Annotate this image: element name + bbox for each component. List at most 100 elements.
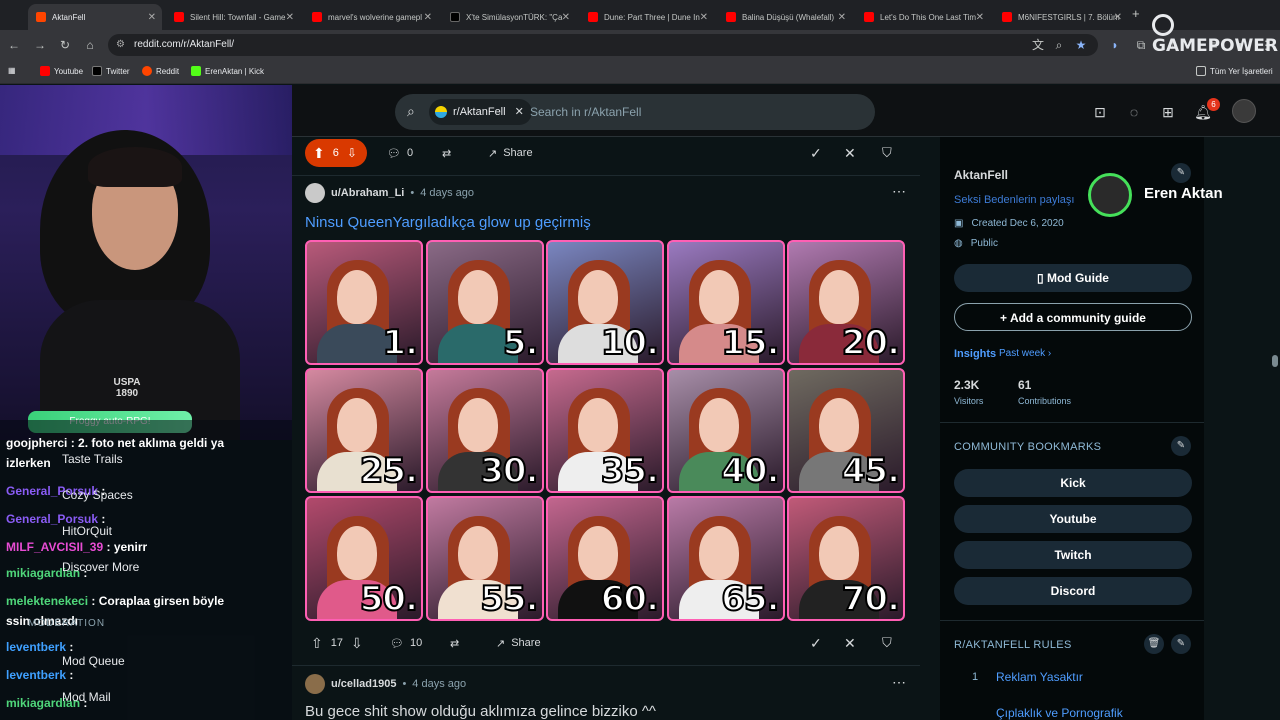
address-bar[interactable]: ⚙ reddit.com/r/AktanFell/ bbox=[108, 34, 1098, 56]
reload-icon[interactable]: ↻ bbox=[57, 37, 73, 53]
community-menu-item[interactable]: Mod Mail bbox=[62, 690, 111, 704]
star-icon[interactable]: ★ bbox=[1073, 37, 1089, 53]
mod-shield-icon[interactable]: ⛉ bbox=[882, 629, 892, 657]
add-community-guide-button[interactable]: + Add a community guide bbox=[954, 303, 1192, 331]
avatar[interactable] bbox=[305, 183, 325, 203]
bookmark-reddit[interactable]: Reddit bbox=[142, 66, 179, 76]
edit-icon[interactable]: ✎ bbox=[1171, 436, 1191, 456]
tab-x-post[interactable]: X'te SimülasyonTÜRK: "Ça ✕ bbox=[442, 4, 576, 30]
photo-face bbox=[698, 270, 739, 324]
rule-text[interactable]: Çıplaklık ve Pornografik bbox=[996, 706, 1123, 720]
puzzle-icon[interactable]: ⧉ bbox=[1133, 37, 1149, 53]
past-week-dropdown[interactable]: Past week › bbox=[999, 348, 1051, 359]
close-icon[interactable]: ✕ bbox=[148, 12, 156, 23]
close-icon[interactable]: ✕ bbox=[838, 12, 846, 23]
all-bookmarks[interactable]: Tüm Yer İşaretleri bbox=[1196, 66, 1273, 76]
crosspost-icon[interactable]: ⇄ bbox=[450, 629, 459, 657]
comments-button[interactable]: 💬︎ 0 bbox=[387, 139, 413, 167]
crosspost-icon[interactable]: ⇄ bbox=[442, 139, 451, 167]
post-author[interactable]: u/cellad1905 bbox=[331, 678, 396, 690]
close-icon[interactable]: ✕ bbox=[515, 106, 524, 118]
tab-wolverine[interactable]: marvel's wolverine gamepl ✕ bbox=[304, 4, 438, 30]
tab-aktanfell[interactable]: AktanFell ✕ bbox=[28, 4, 162, 30]
community-menu-item[interactable]: Mod Queue bbox=[62, 654, 125, 668]
avatar[interactable] bbox=[305, 674, 325, 694]
create-post-icon[interactable]: ⊞ bbox=[1159, 103, 1177, 121]
delete-icon[interactable]: 🗑︎ bbox=[1144, 634, 1164, 654]
upvote-icon[interactable]: ⇧ bbox=[311, 635, 323, 652]
extension-icon[interactable]: ◗ bbox=[1107, 37, 1123, 53]
user-avatar[interactable] bbox=[1232, 99, 1256, 123]
visibility-label: Public bbox=[970, 238, 998, 249]
remove-icon[interactable]: ✕ bbox=[844, 629, 856, 657]
tab-whalefall[interactable]: Balina Düşüşü (Whalefall) ✕ bbox=[718, 4, 852, 30]
scrollbar-thumb[interactable] bbox=[1272, 355, 1278, 367]
grid-label: 30. bbox=[479, 450, 539, 491]
post-image-grid[interactable]: 1. 5. 10. 15. 20. 25. 30. 35. 40. 45. 50. 55. 60. 65.… bbox=[305, 240, 906, 621]
close-icon[interactable]: ✕ bbox=[424, 12, 432, 23]
bookmark-kick-button[interactable]: Kick bbox=[954, 469, 1192, 497]
community-menu-item[interactable]: Discover More bbox=[62, 560, 139, 574]
back-icon[interactable]: ← bbox=[6, 37, 22, 53]
share-button[interactable]: ↗ Share bbox=[488, 139, 533, 167]
translate-icon[interactable]: 文 bbox=[1030, 37, 1046, 53]
comments-button[interactable]: 💬︎ 10 bbox=[390, 629, 422, 657]
post-author[interactable]: u/Abraham_Li bbox=[331, 187, 404, 199]
home-icon[interactable]: ⌂ bbox=[82, 37, 98, 53]
chat-user: leventberk bbox=[6, 640, 67, 654]
bookmark-discord-button[interactable]: Discord bbox=[954, 577, 1192, 605]
approve-icon[interactable]: ✓ bbox=[810, 139, 822, 167]
chat-icon[interactable]: ◌ bbox=[1125, 103, 1143, 121]
close-icon[interactable]: ✕ bbox=[976, 12, 984, 23]
remove-icon[interactable]: ✕ bbox=[844, 139, 856, 167]
close-icon[interactable]: ✕ bbox=[286, 12, 294, 23]
grid-photo: 10. bbox=[546, 240, 664, 365]
chat-message: leventberk : bbox=[6, 668, 73, 682]
tab-last-time[interactable]: Let's Do This One Last Tim ✕ bbox=[856, 4, 990, 30]
community-menu-item[interactable]: Taste Trails bbox=[62, 452, 123, 466]
bookmark-twitter[interactable]: Twitter bbox=[92, 66, 130, 76]
approve-icon[interactable]: ✓ bbox=[810, 629, 822, 657]
bookmark-kick[interactable]: ErenAktan | Kick bbox=[191, 66, 264, 76]
community-menu-item[interactable]: HitOrQuit bbox=[62, 524, 112, 538]
upvote-icon[interactable]: ⬆ bbox=[313, 145, 325, 162]
tab-dune[interactable]: Dune: Part Three | Dune In ✕ bbox=[580, 4, 714, 30]
edit-icon[interactable]: ✎ bbox=[1171, 634, 1191, 654]
subreddit-chip[interactable]: r/AktanFell ✕ bbox=[429, 99, 532, 125]
grid-photo: 1. bbox=[305, 240, 423, 365]
bookmark-youtube[interactable]: Youtube bbox=[40, 66, 83, 76]
search-bar[interactable]: ⌕ r/AktanFell ✕ Search in r/AktanFell bbox=[395, 94, 875, 130]
bookmark-twitch-button[interactable]: Twitch bbox=[954, 541, 1192, 569]
mod-shield-icon[interactable]: ⛉ bbox=[882, 139, 892, 167]
bookmark-youtube-button[interactable]: Youtube bbox=[954, 505, 1192, 533]
more-options-icon[interactable]: ⋯ bbox=[892, 674, 906, 691]
grid-label: 1. bbox=[381, 322, 419, 363]
forward-icon[interactable]: → bbox=[32, 37, 48, 53]
post-title[interactable]: Bu gece shit show olduğu aklımıza gelinc… bbox=[305, 703, 656, 720]
post-time: 4 days ago bbox=[412, 678, 467, 690]
share-button[interactable]: ↗ Share bbox=[496, 629, 541, 657]
advertise-icon[interactable]: ⊡ bbox=[1091, 103, 1109, 121]
downvote-icon[interactable]: ⇩ bbox=[351, 635, 363, 652]
divider bbox=[940, 422, 1204, 423]
close-icon[interactable]: ✕ bbox=[700, 12, 708, 23]
grid-photo: 50. bbox=[305, 496, 423, 621]
tab-manifestgirls[interactable]: M6NIFESTGIRLS | 7. Bölüm ✕ bbox=[994, 4, 1128, 30]
community-menu-item[interactable]: Cozy Spaces bbox=[62, 488, 133, 502]
downvote-icon[interactable]: ⇩ bbox=[347, 146, 357, 160]
search-icon: ⌕ bbox=[407, 103, 415, 119]
site-info-icon[interactable]: ⚙ bbox=[116, 34, 125, 56]
rule-text[interactable]: Reklam Yasaktır bbox=[996, 670, 1083, 684]
mod-guide-button[interactable]: ▯ Mod Guide bbox=[954, 264, 1192, 292]
post-title[interactable]: Ninsu QueenYargıladıkça glow up geçirmiş bbox=[305, 214, 591, 231]
tab-silent-hill[interactable]: Silent Hill: Townfall - Game ✕ bbox=[166, 4, 300, 30]
edit-icon[interactable]: ✎ bbox=[1171, 163, 1191, 183]
zoom-icon[interactable]: ⌕ bbox=[1051, 37, 1067, 53]
new-tab-button[interactable]: + bbox=[1132, 6, 1140, 21]
close-icon[interactable]: ✕ bbox=[562, 12, 570, 23]
cake-icon: ▣ bbox=[954, 218, 964, 229]
more-options-icon[interactable]: ⋯ bbox=[892, 183, 906, 200]
close-icon[interactable]: ✕ bbox=[1114, 12, 1122, 23]
apps-icon[interactable]: ▦ bbox=[8, 66, 16, 75]
search-input[interactable]: Search in r/AktanFell bbox=[530, 105, 641, 119]
